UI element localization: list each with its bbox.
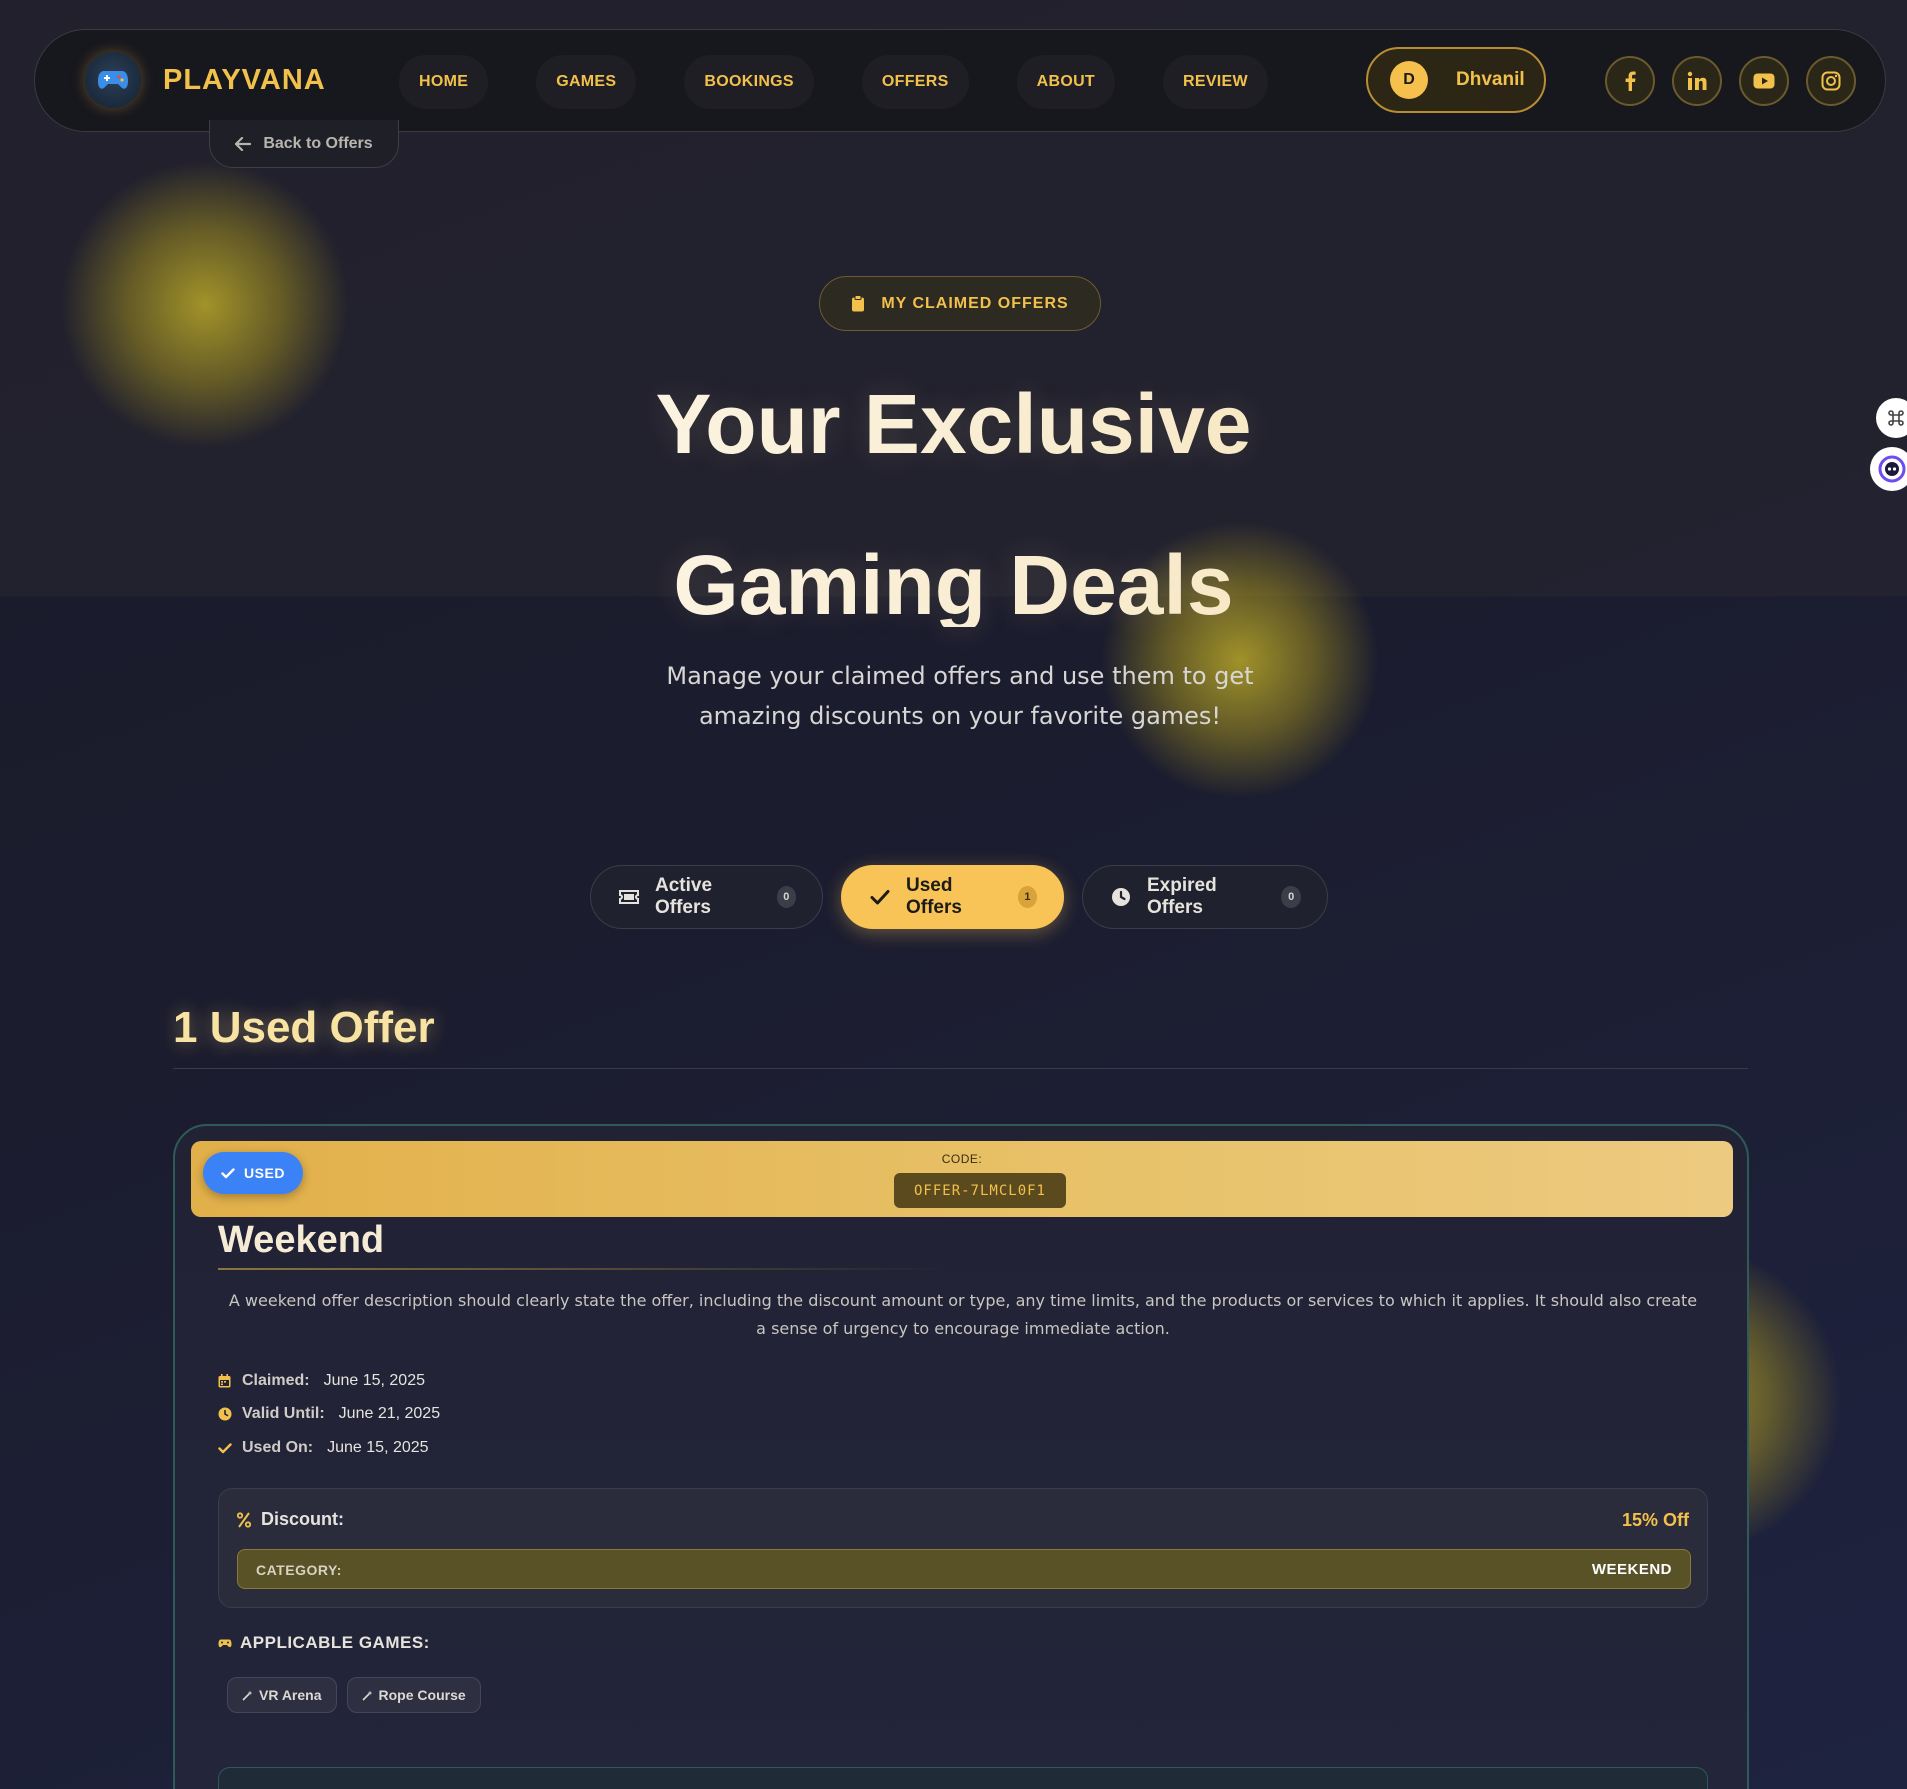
facebook-icon[interactable] [1605, 56, 1655, 106]
offer-card-header: USED CODE: OFFER-7LMCL0F1 [191, 1141, 1733, 1217]
tab-expired-offers[interactable]: Expired Offers 0 [1082, 865, 1328, 929]
offer-card-footer [218, 1767, 1708, 1789]
badge-label: MY CLAIMED OFFERS [881, 294, 1069, 312]
user-name: Dhvanil [1456, 69, 1525, 90]
tab-label: Used Offers [906, 875, 962, 918]
nav-bookings[interactable]: BOOKINGS [684, 55, 814, 109]
category-bar: CATEGORY: WEEKEND [237, 1549, 1691, 1589]
code-label: CODE: [941, 1152, 983, 1166]
check-icon [870, 889, 890, 905]
social-links [1605, 56, 1873, 106]
claimed-date-row: Claimed: June 15, 2025 [218, 1372, 425, 1390]
game-chip: VR Arena [227, 1677, 337, 1713]
tab-count-badge: 0 [776, 886, 796, 908]
instagram-icon[interactable] [1806, 56, 1856, 106]
game-name: VR Arena [259, 1687, 322, 1703]
linkedin-icon[interactable] [1672, 56, 1722, 106]
game-chip: Rope Course [346, 1677, 481, 1713]
back-to-offers-button[interactable]: Back to Offers [209, 120, 399, 168]
status-label: USED [244, 1165, 285, 1181]
ticket-icon [619, 889, 639, 905]
discount-panel: Discount: 15% Off CATEGORY: WEEKEND [218, 1488, 1708, 1608]
meta-label: Claimed: [242, 1372, 310, 1389]
calendar-icon [218, 1374, 232, 1388]
meta-label: Used On: [242, 1439, 314, 1456]
tab-count-badge: 1 [1017, 886, 1037, 908]
clock-icon [218, 1407, 232, 1421]
tab-count-badge: 0 [1281, 886, 1301, 908]
divider [218, 1268, 948, 1270]
meta-label: Valid Until: [242, 1405, 325, 1422]
page-subtitle: Manage your claimed offers and use them … [666, 662, 1254, 730]
percent-icon [237, 1511, 251, 1528]
nav-home[interactable]: HOME [399, 55, 489, 109]
tab-active-offers[interactable]: Active Offers 0 [590, 865, 823, 929]
games-label: APPLICABLE GAMES: [240, 1633, 430, 1652]
back-label: Back to Offers [263, 134, 373, 152]
navbar: PLAYVANA HOME GAMES BOOKINGS OFFERS ABOU… [34, 29, 1886, 132]
discount-value: 15% Off [1621, 1510, 1689, 1530]
page-title: Your Exclusive [0, 382, 1907, 466]
category-value: WEEKEND [1591, 1561, 1672, 1578]
section-title: 1 Used Offer [173, 1003, 435, 1052]
offer-title: Weekend [218, 1219, 385, 1261]
meta-value: June 21, 2025 [338, 1405, 441, 1422]
offer-card: USED CODE: OFFER-7LMCL0F1 Weekend A week… [173, 1124, 1749, 1789]
offer-code[interactable]: OFFER-7LMCL0F1 [894, 1173, 1066, 1208]
tab-label: Active Offers [655, 875, 713, 918]
category-label: CATEGORY: [256, 1562, 342, 1578]
meta-value: June 15, 2025 [327, 1439, 429, 1456]
brand-logo[interactable]: PLAYVANA [85, 52, 326, 108]
offer-tabs: Active Offers 0 Used Offers 1 Expired Of… [590, 865, 1346, 929]
magic-wand-icon [242, 1690, 253, 1701]
clipboard-icon [852, 295, 865, 312]
nav-links: HOME GAMES BOOKINGS OFFERS ABOUT REVIEW [399, 55, 1316, 109]
nav-about[interactable]: ABOUT [1016, 55, 1115, 109]
tab-label: Expired Offers [1147, 875, 1217, 918]
gamepad-icon [85, 52, 141, 108]
tab-used-offers[interactable]: Used Offers 1 [841, 865, 1064, 929]
arrow-left-icon [235, 136, 252, 151]
valid-until-row: Valid Until: June 21, 2025 [218, 1405, 440, 1423]
gamepad-icon [218, 1639, 232, 1647]
discount-label: Discount: [261, 1509, 344, 1529]
check-icon [221, 1167, 235, 1178]
discount-label-wrap: Discount: [237, 1509, 344, 1530]
used-on-row: Used On: June 15, 2025 [218, 1439, 429, 1457]
divider [173, 1068, 1748, 1069]
clock-icon [1111, 887, 1131, 907]
games-list: VR Arena Rope Course [227, 1677, 491, 1713]
magic-wand-icon [361, 1690, 373, 1701]
game-name: Rope Course [378, 1687, 466, 1703]
applicable-games-heading: APPLICABLE GAMES: [218, 1633, 430, 1653]
youtube-icon[interactable] [1739, 56, 1789, 106]
offer-description: A weekend offer description should clear… [228, 1291, 1698, 1338]
check-icon [218, 1442, 232, 1454]
brand-name: PLAYVANA [163, 63, 326, 96]
nav-games[interactable]: GAMES [536, 55, 637, 109]
nav-review[interactable]: REVIEW [1163, 55, 1268, 109]
nav-offers[interactable]: OFFERS [861, 55, 969, 109]
page-title-line-2: Gaming Deals [0, 543, 1907, 627]
user-menu-button[interactable]: D Dhvanil [1366, 47, 1546, 113]
avatar: D [1390, 61, 1428, 99]
meta-value: June 15, 2025 [323, 1372, 425, 1389]
claimed-offers-badge: MY CLAIMED OFFERS [819, 276, 1101, 331]
